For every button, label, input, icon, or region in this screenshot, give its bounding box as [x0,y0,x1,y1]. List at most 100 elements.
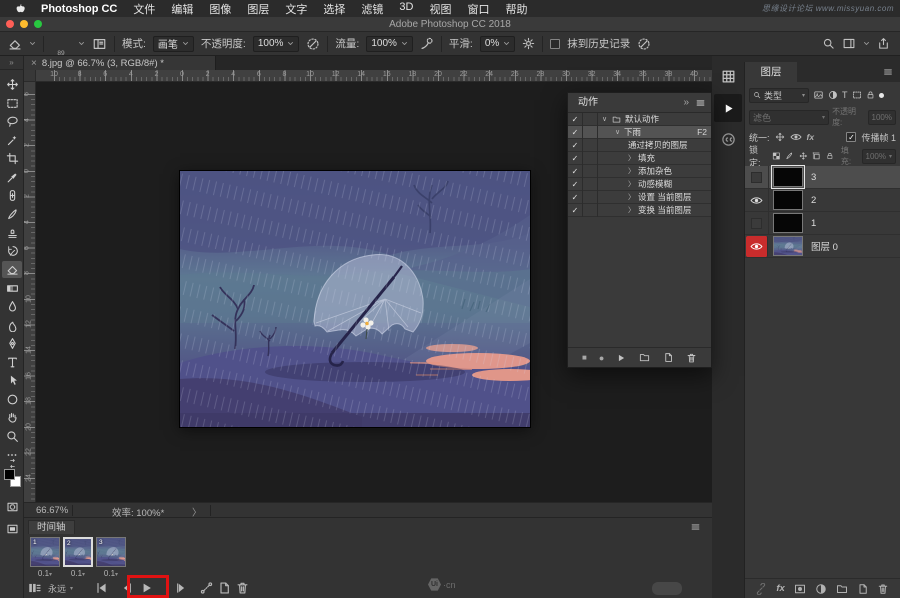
shape-tool[interactable] [2,391,22,408]
layer-visibility-empty[interactable] [745,212,769,235]
blur-tool[interactable] [2,298,22,315]
swap-colors-icon[interactable] [2,458,22,468]
path-select-tool[interactable] [2,372,22,389]
action-dialog-toggle[interactable] [583,139,598,152]
disclosure-caret[interactable]: 〉 [628,166,635,176]
action-row-7[interactable]: ✓〉变换 当前图层 [568,204,711,217]
action-row-1[interactable]: ✓∨下雨F2 [568,126,711,139]
lock-transparent-icon[interactable] [772,151,781,161]
record-icon[interactable]: ● [599,353,604,363]
action-check[interactable]: ✓ [568,204,583,217]
first-frame-button[interactable] [94,581,109,595]
filter-shape-layers-icon[interactable] [852,90,862,100]
frame-delay[interactable]: 0.1▾ [96,569,126,578]
chevron-down-icon[interactable] [29,40,36,47]
gear-icon[interactable] [522,37,535,50]
lock-pixels-icon[interactable] [785,151,794,161]
action-row-3[interactable]: ✓〉填充 [568,152,711,165]
workspace-icon[interactable] [842,37,856,50]
mode-select[interactable]: 画笔 [153,36,194,52]
new-action-icon[interactable] [663,352,674,363]
erase-history-checkbox[interactable] [550,39,560,49]
menu-item-4[interactable]: 文字 [285,1,307,17]
lock-all-icon[interactable] [826,151,834,161]
disclosure-caret[interactable]: 〉 [628,179,635,189]
disclosure-caret[interactable]: 〉 [628,192,635,202]
adjustment-layer-icon[interactable] [815,583,827,595]
previous-frame-button[interactable] [119,581,134,595]
convert-timeline-icon[interactable] [26,581,43,595]
action-dialog-toggle[interactable] [583,113,598,126]
menu-item-5[interactable]: 选择 [323,1,345,17]
delete-action-icon[interactable] [686,352,697,364]
layer-thumbnail[interactable] [773,236,803,256]
panel-menu-icon[interactable] [882,67,894,77]
collapse-panel-icon[interactable]: » [683,97,689,108]
move-tool[interactable] [2,76,22,93]
chevron-down-icon[interactable] [863,40,870,47]
layer-filter-select[interactable]: 类型▾ [749,88,809,103]
eyedropper-tool[interactable] [2,169,22,186]
frame-delay[interactable]: 0.1▾ [30,569,60,578]
action-dialog-toggle[interactable] [583,204,598,217]
menu-item-7[interactable]: 3D [399,1,413,17]
layer-row-3[interactable]: 3 [745,166,900,189]
quick-mask-icon[interactable] [2,498,22,515]
filter-pixel-layers-icon[interactable] [813,90,824,100]
new-frame-button[interactable] [217,581,232,595]
toggle-brush-panel-icon[interactable] [92,37,107,51]
action-check[interactable]: ✓ [568,165,583,178]
fill-select[interactable]: 100%▾ [862,149,896,164]
filter-toggle-dot[interactable] [879,93,884,98]
eraser-tool[interactable] [2,261,22,278]
new-layer-icon[interactable] [857,583,869,595]
action-dialog-toggle[interactable] [583,152,598,165]
menu-item-0[interactable]: 文件 [133,1,155,17]
layer-thumbnail[interactable] [773,190,803,210]
panel-menu-icon[interactable] [690,522,701,532]
dock-play-panel[interactable] [714,94,742,122]
lasso-tool[interactable] [2,113,22,130]
action-check[interactable]: ✓ [568,191,583,204]
search-icon[interactable] [822,37,835,50]
play-animation-button[interactable] [139,581,154,595]
action-check[interactable]: ✓ [568,139,583,152]
tab-actions[interactable]: 动作 [568,93,608,113]
filter-type-layers-icon[interactable]: T [842,90,848,100]
unify-position-icon[interactable] [775,132,785,142]
frame-thumbnail[interactable]: 1 [30,537,60,567]
pressure-size-icon[interactable] [637,37,651,51]
opacity-select[interactable]: 100% [253,36,300,52]
zoom-level-field[interactable]: 66.67% [36,505,68,516]
layer-row-1[interactable]: 1 [745,212,900,235]
screen-mode-icon[interactable] [2,520,22,537]
layer-thumbnail[interactable] [773,213,803,233]
tween-button[interactable] [199,581,214,595]
panel-menu-icon[interactable] [695,98,706,108]
link-layers-icon[interactable] [755,583,767,595]
smudge-tool[interactable] [2,317,22,334]
flow-select[interactable]: 100% [366,36,413,52]
unify-style-icon[interactable]: fx [807,132,815,142]
action-dialog-toggle[interactable] [583,126,598,139]
disclosure-caret[interactable]: 〉 [628,205,635,215]
tool-preset-eraser-icon[interactable] [8,37,22,51]
hand-tool[interactable] [2,409,22,426]
clone-stamp-tool[interactable] [2,224,22,241]
airbrush-icon[interactable] [420,37,434,51]
animation-frame-1[interactable]: 1 0.1▾ [30,537,60,578]
action-row-4[interactable]: ✓〉添加杂色 [568,165,711,178]
layer-row-2[interactable]: 2 [745,189,900,212]
smoothing-select[interactable]: 0% [480,36,515,52]
history-brush-tool[interactable] [2,243,22,260]
action-row-5[interactable]: ✓〉动感模糊 [568,178,711,191]
action-check[interactable]: ✓ [568,152,583,165]
frame-thumbnail[interactable]: 2 [63,537,93,567]
close-tab-icon[interactable]: × [31,58,37,69]
tab-timeline[interactable]: 时间轴 [28,520,75,534]
chevron-down-icon[interactable] [78,40,85,47]
menu-item-9[interactable]: 窗口 [467,1,489,17]
disclosure-caret[interactable]: ∨ [601,115,608,123]
add-mask-icon[interactable] [794,583,806,595]
lock-position-icon[interactable] [799,151,808,161]
